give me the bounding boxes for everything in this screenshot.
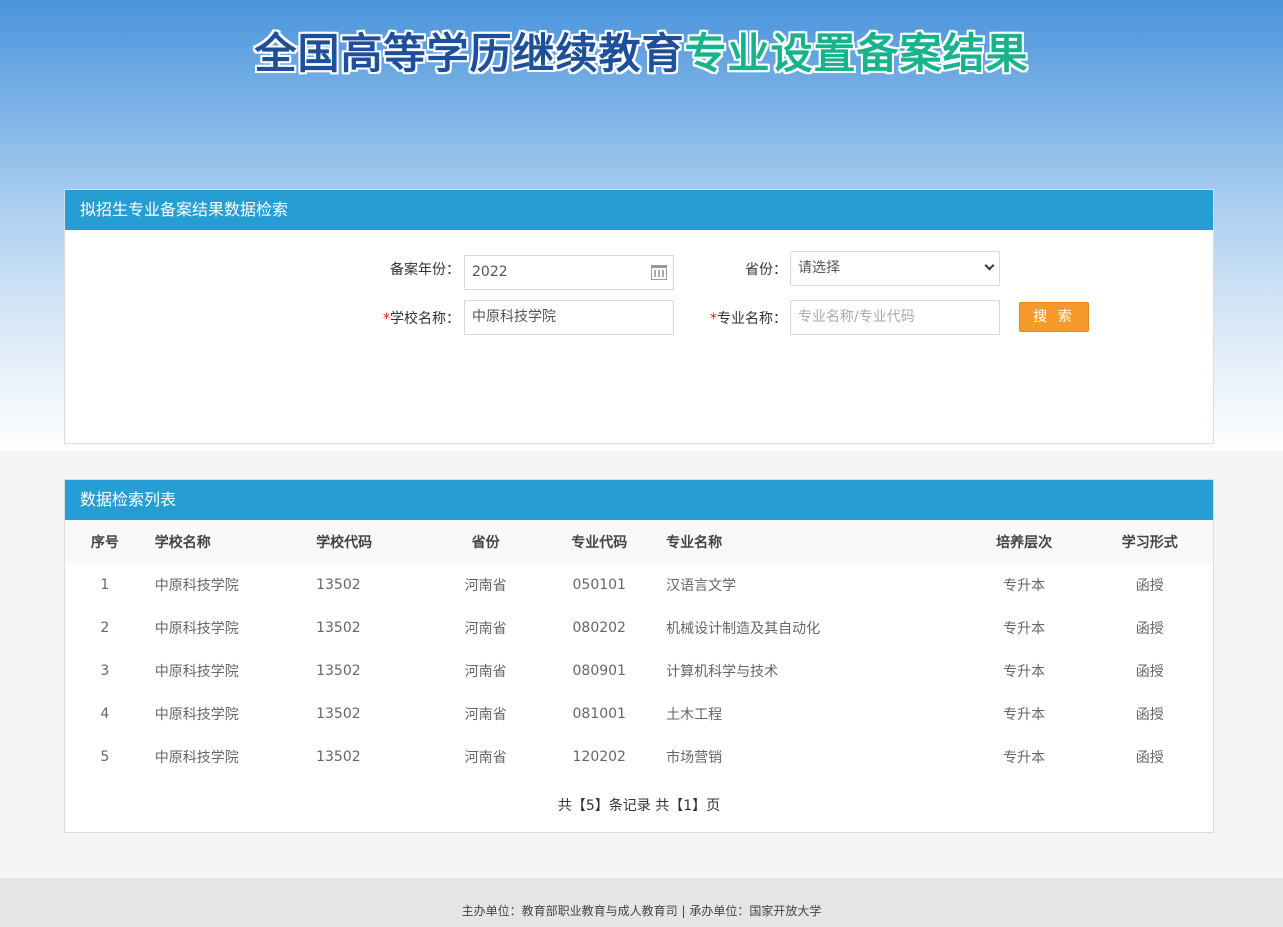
table-row: 3 中原科技学院 13502 河南省 080901 计算机科学与技术 专升本 函… [65,649,1213,692]
column-header: 序号 [65,520,145,563]
cell-index: 5 [100,748,110,765]
major-label: *专业名称： [685,309,787,329]
page-title: 全国高等学历继续教育专业设置备案结果 [0,26,1283,82]
cell-level: 专升本 [1003,620,1046,637]
table-row: 4 中原科技学院 13502 河南省 081001 土木工程 专升本 函授 [65,692,1213,735]
cell-index: 3 [100,662,110,679]
cell-study-form: 函授 [1135,706,1164,723]
results-panel-heading: 数据检索列表 [65,480,1213,520]
cell-major-name: 计算机科学与技术 [666,663,779,680]
cell-school-name: 中原科技学院 [154,706,239,723]
required-mark: * [383,311,390,327]
cell-level: 专升本 [1003,749,1046,766]
year-label: 备案年份： [390,262,460,278]
province-label: 省份： [745,262,787,278]
cell-major-code: 120202 [572,748,626,765]
search-panel-heading: 拟招生专业备案结果数据检索 [65,190,1213,230]
column-header: 学习形式 [1086,520,1213,563]
cell-major-name: 汉语言文学 [666,577,737,594]
footer: 主办单位：教育部职业教育与成人教育司 | 承办单位：国家开放大学 [0,878,1283,927]
column-header: 专业名称 [663,520,962,563]
cell-major-code: 080901 [572,662,626,679]
school-name-value: 中原科技学院 [472,309,556,325]
cell-school-code: 13502 [316,705,361,722]
cell-major-code: 081001 [572,705,626,722]
column-header: 专业代码 [535,520,664,563]
major-name-input[interactable]: 专业名称/专业代码 [790,300,1000,335]
pager-suffix: 】页 [692,798,721,814]
pager-record-count: 5 [585,798,595,814]
pager-page-count: 1 [683,798,693,814]
province-value: 请选择 [798,260,840,276]
calendar-icon[interactable] [651,265,667,280]
school-label: *学校名称： [365,309,460,329]
column-header: 培养层次 [961,520,1087,563]
cell-school-name: 中原科技学院 [154,749,239,766]
cell-study-form: 函授 [1135,749,1164,766]
cell-school-name: 中原科技学院 [154,663,239,680]
cell-index: 1 [100,576,110,593]
cell-level: 专升本 [1003,577,1046,594]
page-title-part1: 全国高等学历继续教育 [254,29,685,78]
cell-school-name: 中原科技学院 [154,620,239,637]
cell-province: 河南省 [464,620,507,637]
cell-school-code: 13502 [316,619,361,636]
cell-school-name: 中原科技学院 [154,577,239,594]
table-row: 5 中原科技学院 13502 河南省 120202 市场营销 专升本 函授 [65,735,1213,778]
cell-major-name: 市场营销 [666,749,723,766]
cell-school-code: 13502 [316,748,361,765]
search-button[interactable]: 搜 索 [1019,302,1089,332]
cell-study-form: 函授 [1135,577,1164,594]
cell-major-code: 080202 [572,619,626,636]
cell-province: 河南省 [464,577,507,594]
column-header: 学校名称 [144,520,317,563]
cell-major-code: 050101 [572,576,626,593]
pagination-summary: 共【5】条记录 共【1】页 [65,795,1213,815]
cell-index: 2 [100,619,110,636]
cell-major-name: 机械设计制造及其自动化 [666,620,821,637]
cell-index: 4 [100,705,110,722]
search-panel: 拟招生专业备案结果数据检索 备案年份： 2022 省份： 请选择 *学校名称： … [64,189,1214,444]
major-label-text: 专业名称： [717,311,787,327]
cell-major-name: 土木工程 [666,706,723,723]
results-panel: 数据检索列表 序号 学校名称 学校代码 省份 专业代码 专业名称 培养层次 学习… [64,479,1214,833]
pager-middle: 】条记录 共【 [594,798,684,814]
year-input[interactable]: 2022 [464,255,674,290]
cell-study-form: 函授 [1135,620,1164,637]
page-title-part2: 专业设置备案结果 [684,29,1029,78]
table-row: 2 中原科技学院 13502 河南省 080202 机械设计制造及其自动化 专升… [65,606,1213,649]
cell-school-code: 13502 [316,662,361,679]
cell-province: 河南省 [464,749,507,766]
table-row: 1 中原科技学院 13502 河南省 050101 汉语言文学 专升本 函授 [65,563,1213,606]
cell-province: 河南省 [464,663,507,680]
pager-prefix: 共【 [557,798,586,814]
results-table: 序号 学校名称 学校代码 省份 专业代码 专业名称 培养层次 学习形式 1 中原… [65,520,1213,778]
cell-school-code: 13502 [316,576,361,593]
school-name-input[interactable]: 中原科技学院 [464,300,674,335]
cell-level: 专升本 [1003,663,1046,680]
year-value: 2022 [472,264,508,280]
cell-level: 专升本 [1003,706,1046,723]
required-mark: * [710,311,717,327]
province-select[interactable]: 请选择 [790,251,1000,286]
major-name-placeholder: 专业名称/专业代码 [798,309,915,325]
school-label-text: 学校名称： [390,311,460,327]
column-header: 学校代码 [316,520,436,563]
cell-province: 河南省 [464,706,507,723]
chevron-down-icon [984,260,995,271]
column-header: 省份 [435,520,536,563]
table-header-row: 序号 学校名称 学校代码 省份 专业代码 专业名称 培养层次 学习形式 [65,520,1213,563]
cell-study-form: 函授 [1135,663,1164,680]
